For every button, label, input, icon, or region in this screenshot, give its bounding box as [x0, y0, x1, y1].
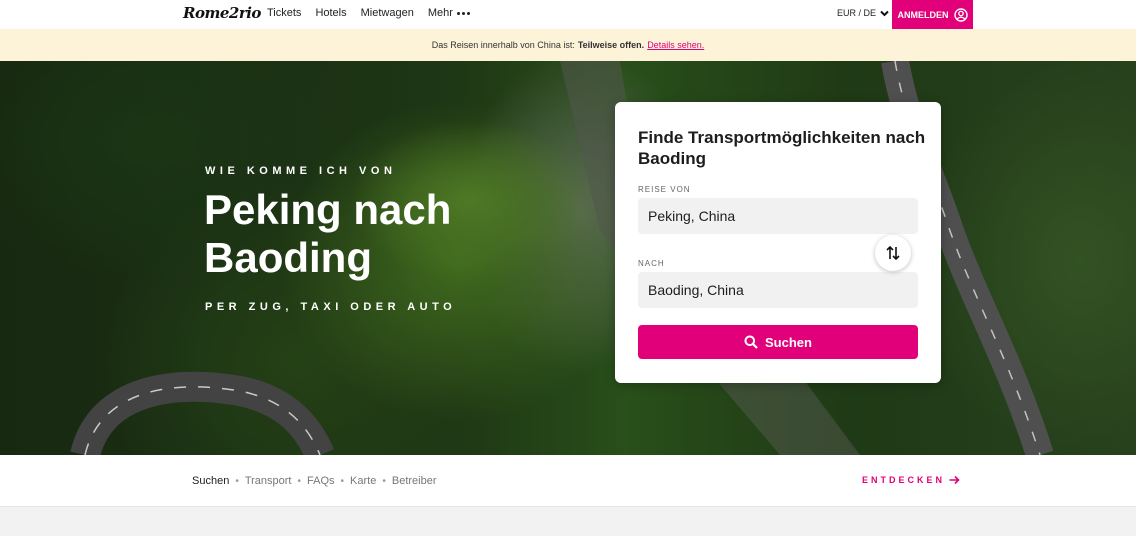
section-link-betreiber[interactable]: Betreiber	[392, 475, 437, 487]
nav-more-label: Mehr	[427, 7, 453, 19]
section-link-suchen[interactable]: Suchen	[192, 475, 229, 487]
arrow-right-icon	[949, 475, 960, 485]
search-icon	[744, 335, 758, 349]
user-account-icon	[953, 7, 968, 22]
search-card: Finde Transportmöglichkeiten nach Baodin…	[615, 102, 941, 383]
separator-dot: •	[235, 475, 239, 487]
separator-dot: •	[297, 475, 302, 487]
login-label: ANMELDEN	[897, 9, 949, 20]
separator-dot: •	[340, 475, 345, 487]
hero-subtitle: PER ZUG, TAXI ODER AUTO	[205, 301, 457, 313]
main-nav: Tickets Hotels Mietwagen Mehr	[267, 7, 470, 19]
swap-locations-button[interactable]	[875, 235, 911, 271]
explore-label: ENTDECKEN	[862, 475, 946, 485]
chevron-down-icon	[880, 10, 889, 16]
to-label: NACH	[638, 259, 665, 268]
banner-text: Das Reisen innerhalb von China ist:	[431, 40, 575, 50]
page-title: Peking nach Baoding	[204, 186, 452, 281]
hero-background-image	[0, 61, 1136, 455]
currency-language-selector[interactable]: EUR / DE	[837, 8, 889, 18]
banner-details-link[interactable]: Details sehen.	[647, 40, 704, 50]
section-nav: Suchen • Transport • FAQs • Karte • Betr…	[0, 455, 1136, 506]
nav-link-mietwagen[interactable]: Mietwagen	[361, 7, 414, 19]
from-label: REISE VON	[638, 185, 691, 194]
search-heading: Finde Transportmöglichkeiten nach Baodin…	[638, 128, 926, 168]
nav-more-menu[interactable]: Mehr	[428, 7, 470, 19]
explore-link[interactable]: ENTDECKEN	[862, 475, 960, 485]
search-button-label: Suchen	[765, 334, 812, 350]
nav-link-hotels[interactable]: Hotels	[315, 7, 346, 19]
nav-link-tickets[interactable]: Tickets	[267, 7, 301, 19]
content-area	[0, 506, 1136, 536]
rome2rio-logo[interactable]: Rome2rio	[183, 4, 261, 22]
swap-arrows-icon	[886, 245, 900, 261]
hero-kicker: WIE KOMME ICH VON	[205, 165, 397, 177]
login-button[interactable]: ANMELDEN	[892, 0, 973, 29]
section-link-karte[interactable]: Karte	[350, 475, 376, 487]
to-input[interactable]: Baoding, China	[638, 272, 918, 308]
more-dots-icon	[456, 11, 470, 15]
travel-status-banner: Das Reisen innerhalb von China ist: Teil…	[0, 29, 1136, 61]
separator-dot: •	[382, 475, 386, 487]
section-link-transport[interactable]: Transport	[245, 475, 292, 487]
hero-section: WIE KOMME ICH VON Peking nach Baoding PE…	[0, 61, 1136, 455]
section-link-faqs[interactable]: FAQs	[307, 475, 335, 487]
section-links: Suchen • Transport • FAQs • Karte • Betr…	[192, 475, 437, 487]
from-input[interactable]: Peking, China	[638, 198, 918, 234]
currency-label: EUR / DE	[837, 8, 877, 18]
banner-status: Teilweise offen.	[577, 40, 645, 50]
search-button[interactable]: Suchen	[638, 325, 918, 359]
top-navbar: Rome2rio Tickets Hotels Mietwagen Mehr E…	[0, 0, 1136, 29]
